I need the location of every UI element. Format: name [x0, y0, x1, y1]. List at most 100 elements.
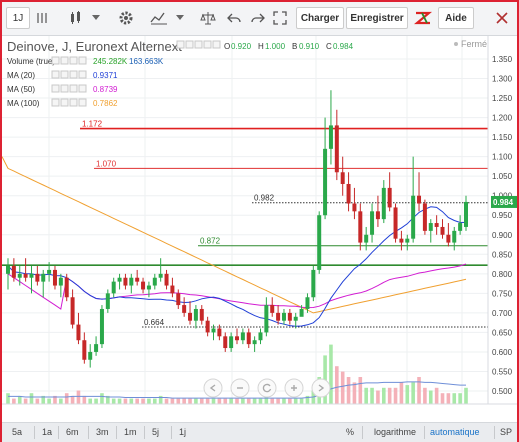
candle-body[interactable] [446, 234, 451, 243]
reset-button[interactable] [257, 378, 277, 398]
indicator-toggle-box[interactable] [51, 84, 60, 93]
indicator-toggle-box[interactable] [78, 56, 87, 65]
candle-body[interactable] [428, 223, 433, 231]
settings-button[interactable] [116, 7, 136, 29]
undo-button[interactable] [224, 7, 244, 29]
sp-toggle[interactable]: SP [500, 427, 512, 437]
candle-body[interactable] [188, 312, 193, 321]
log-toggle[interactable]: logarithme [374, 427, 416, 437]
candle-body[interactable] [35, 273, 40, 282]
indicator-toggle-box[interactable] [78, 84, 87, 93]
zoom-out-button[interactable] [230, 378, 250, 398]
candle-body[interactable] [105, 293, 110, 309]
candle-body[interactable] [299, 308, 304, 317]
candle-body[interactable] [399, 238, 404, 243]
candle-body[interactable] [47, 269, 52, 274]
scale-button[interactable] [198, 7, 218, 29]
candle-body[interactable] [252, 340, 257, 345]
candle-body[interactable] [293, 316, 298, 321]
indicator-toggle-box[interactable] [60, 98, 69, 107]
candle-body[interactable] [223, 336, 228, 349]
candle-body[interactable] [440, 226, 445, 235]
range-5a[interactable]: 5a [12, 427, 22, 437]
fullscreen-button[interactable] [270, 7, 290, 29]
legend-toggle-box[interactable] [203, 40, 212, 49]
candle-body[interactable] [82, 340, 87, 360]
candle-body[interactable] [393, 207, 398, 239]
candle-body[interactable] [29, 273, 34, 278]
range-1m[interactable]: 1m [124, 427, 137, 437]
candle-body[interactable] [129, 277, 134, 286]
candle-body[interactable] [340, 172, 345, 184]
legend-toggle-box[interactable] [212, 40, 221, 49]
redo-button[interactable] [248, 7, 268, 29]
compare-icon[interactable] [34, 7, 50, 29]
candle-body[interactable] [217, 328, 222, 337]
candle-body[interactable] [41, 273, 46, 282]
candle-body[interactable] [88, 351, 93, 360]
candle-body[interactable] [387, 187, 392, 208]
indicator-toggle-box[interactable] [60, 84, 69, 93]
indicator-toggle-box[interactable] [69, 84, 78, 93]
candle-body[interactable] [270, 305, 275, 313]
candle-body[interactable] [64, 277, 69, 298]
price-chart[interactable]: 1.172 1.070 0.982 0.872 0.664 1.350 1.300 1.25… [2, 36, 517, 406]
candle-body[interactable] [370, 211, 375, 235]
candle-body[interactable] [317, 215, 322, 270]
candle-body[interactable] [152, 277, 157, 286]
candle-body[interactable] [276, 312, 281, 321]
indicator-toggle-box[interactable] [60, 56, 69, 65]
candle-body[interactable] [141, 281, 146, 290]
candle-body[interactable] [94, 344, 99, 352]
candle-body[interactable] [458, 223, 463, 231]
indicator-toggle-box[interactable] [69, 70, 78, 79]
candle-body[interactable] [123, 277, 128, 286]
candle-type-icon[interactable] [66, 7, 86, 29]
candle-body[interactable] [229, 336, 234, 349]
candle-body[interactable] [17, 273, 22, 278]
candle-body[interactable] [381, 187, 386, 220]
candle-body[interactable] [99, 308, 104, 345]
candle-body[interactable] [170, 285, 175, 294]
auto-toggle[interactable]: automatique [430, 427, 480, 437]
range-1j[interactable]: 1j [179, 427, 186, 437]
candle-body[interactable] [264, 305, 269, 333]
candle-body[interactable] [346, 183, 351, 204]
indicator-toggle-box[interactable] [51, 70, 60, 79]
charger-button[interactable]: Charger [296, 7, 344, 29]
scroll-left-button[interactable] [203, 378, 223, 398]
candle-body[interactable] [146, 285, 151, 290]
candle-body[interactable] [281, 312, 286, 321]
candle-body[interactable] [452, 230, 457, 243]
candle-body[interactable] [52, 269, 57, 286]
indicators-dropdown[interactable] [174, 7, 186, 29]
indicator-toggle-box[interactable] [78, 70, 87, 79]
candle-body[interactable] [6, 266, 10, 274]
candle-body[interactable] [158, 273, 163, 278]
legend-toggle-box[interactable] [194, 40, 203, 49]
candle-body[interactable] [23, 273, 28, 278]
legend-toggle-box[interactable] [176, 40, 185, 49]
scroll-right-button[interactable] [311, 378, 331, 398]
candle-body[interactable] [235, 336, 239, 341]
range-1a[interactable]: 1a [42, 427, 52, 437]
candle-type-dropdown[interactable] [90, 7, 102, 29]
enregistrer-button[interactable]: Enregistrer [346, 7, 408, 29]
indicator-toggle-box[interactable] [69, 98, 78, 107]
range-6m[interactable]: 6m [66, 427, 79, 437]
candle-body[interactable] [117, 277, 122, 282]
candle-body[interactable] [411, 195, 416, 239]
candle-body[interactable] [11, 266, 16, 278]
candle-body[interactable] [323, 148, 328, 216]
candle-body[interactable] [352, 203, 357, 212]
candle-body[interactable] [464, 201, 468, 227]
indicators-button[interactable] [148, 7, 170, 29]
indicator-toggle-box[interactable] [51, 98, 60, 107]
indicator-toggle-box[interactable] [51, 56, 60, 65]
candle-body[interactable] [240, 332, 245, 341]
indicator-toggle-box[interactable] [78, 98, 87, 107]
indicator-toggle-box[interactable] [69, 56, 78, 65]
candle-body[interactable] [417, 195, 422, 204]
candle-body[interactable] [211, 328, 216, 333]
candle-body[interactable] [246, 332, 251, 345]
